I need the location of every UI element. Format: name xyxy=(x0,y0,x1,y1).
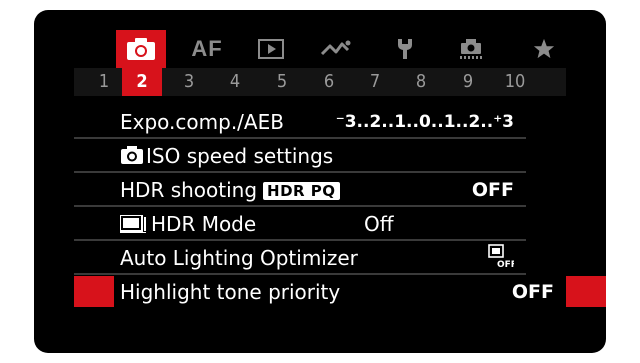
page-8[interactable]: 8 xyxy=(401,68,441,96)
hdr-mode-row: HDR Mode xyxy=(120,210,256,238)
playback-icon xyxy=(258,39,284,59)
menu-row-hdr-shooting[interactable]: HDR shooting HDR PQ OFF xyxy=(74,174,526,207)
hdr-mode-label: HDR Mode xyxy=(151,212,257,236)
page-6[interactable]: 6 xyxy=(309,68,349,96)
menu-row-highlight-tone-priority[interactable]: Highlight tone priority OFF xyxy=(74,276,606,307)
tab-setup[interactable] xyxy=(380,30,430,68)
alo-label: Auto Lighting Optimizer xyxy=(120,246,358,270)
page-number-bar: 1 2 3 4 5 6 7 8 9 10 xyxy=(74,68,566,96)
wireless-icon xyxy=(320,40,351,56)
page-2[interactable]: 2 xyxy=(122,68,162,96)
star-icon xyxy=(533,38,555,59)
custom-function-icon xyxy=(460,39,482,59)
htp-value: OFF xyxy=(511,281,554,303)
menu-row-expo-comp[interactable]: Expo.comp./AEB ⁻3..2..1..0..1..2..⁺3 xyxy=(74,106,526,139)
hdr-shooting-label: HDR shooting xyxy=(120,178,258,202)
tab-af-label: AF xyxy=(191,36,223,61)
wrench-icon xyxy=(398,39,412,59)
alo-value: OFF xyxy=(488,244,517,272)
iso-speed-row: ISO speed settings xyxy=(120,142,333,170)
camera-icon xyxy=(127,38,155,60)
camera-lcd-screen: AF 1 2 3 4 5 6 7 8 9 10 Expo.comp./AEB ⁻… xyxy=(34,10,606,353)
hdr-pq-badge: HDR PQ xyxy=(263,182,340,200)
tab-wireless[interactable] xyxy=(311,30,361,68)
tab-af[interactable]: AF xyxy=(182,30,232,68)
hdr-shooting-row: HDR shooting HDR PQ xyxy=(120,176,340,204)
menu-row-iso-speed[interactable]: ISO speed settings xyxy=(74,140,526,173)
alo-off-icon: OFF xyxy=(488,244,517,270)
page-10[interactable]: 10 xyxy=(495,68,535,96)
page-1[interactable]: 1 xyxy=(84,68,124,96)
hdr-shooting-value: OFF xyxy=(471,179,514,201)
selected-row-inner: Highlight tone priority OFF xyxy=(114,276,566,307)
menu-tab-bar: AF xyxy=(116,30,571,68)
menu-row-hdr-mode[interactable]: HDR Mode Off xyxy=(74,208,526,241)
page-7[interactable]: 7 xyxy=(355,68,395,96)
hdr-mode-icon xyxy=(120,215,146,233)
tab-my-menu[interactable] xyxy=(519,30,569,68)
camera-icon xyxy=(121,146,143,164)
svg-text:OFF: OFF xyxy=(497,260,514,268)
page-5[interactable]: 5 xyxy=(262,68,302,96)
tab-shooting[interactable] xyxy=(116,30,166,68)
tab-playback[interactable] xyxy=(246,30,296,68)
page-4[interactable]: 4 xyxy=(215,68,255,96)
menu-panel: AF 1 2 3 4 5 6 7 8 9 10 Expo.comp./AEB ⁻… xyxy=(74,10,606,353)
hdr-mode-value: Off xyxy=(364,212,394,236)
iso-speed-label: ISO speed settings xyxy=(146,144,334,168)
expo-comp-label: Expo.comp./AEB xyxy=(120,110,284,134)
menu-row-auto-lighting-optimizer[interactable]: Auto Lighting Optimizer OFF xyxy=(74,242,526,275)
tab-custom-functions[interactable] xyxy=(446,30,496,68)
page-9[interactable]: 9 xyxy=(448,68,488,96)
page-3[interactable]: 3 xyxy=(169,68,209,96)
exposure-scale: ⁻3..2..1..0..1..2..⁺3 xyxy=(335,112,514,132)
htp-label: Highlight tone priority xyxy=(120,280,341,304)
